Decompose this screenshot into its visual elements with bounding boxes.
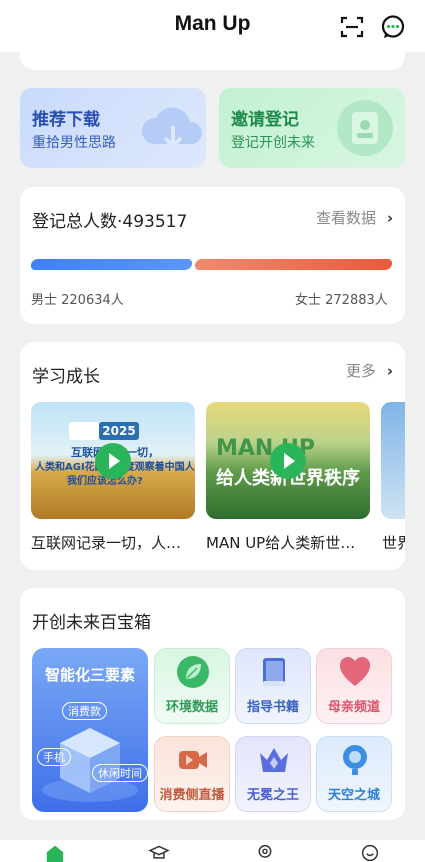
balloon-icon xyxy=(343,745,367,775)
promo-subtitle: 登记开创未来 xyxy=(231,135,315,151)
more-label: 更多 xyxy=(346,362,377,380)
home-icon[interactable] xyxy=(43,844,67,862)
video-caption-1: 互联网记录一切，人… xyxy=(31,534,182,552)
play-icon[interactable] xyxy=(270,443,306,479)
id-badge-icon xyxy=(337,100,393,156)
feature-tag: 休闲时间 xyxy=(92,764,148,782)
male-count-label: 男士 220634人 xyxy=(31,293,124,308)
learning-title: 学习成长 xyxy=(32,367,100,387)
cloud-download-icon xyxy=(141,107,203,149)
graduation-cap-icon[interactable] xyxy=(147,844,171,862)
video-logo-icon xyxy=(69,422,99,440)
chat-bubble-icon[interactable] xyxy=(380,14,406,40)
tile-label: 环境数据 xyxy=(165,700,218,715)
tile-label: 无冕之王 xyxy=(246,788,299,803)
chevron-right-icon: › xyxy=(386,209,393,227)
intelligence-elements-tile[interactable]: 智能化三要素 消费款 手机 休闲时间 xyxy=(32,648,148,812)
feature-title: 智能化三要素 xyxy=(44,666,135,684)
tile-mother-channel[interactable]: 母亲频道 xyxy=(316,648,392,724)
tile-guide-books[interactable]: 指导书籍 xyxy=(235,648,311,724)
tile-label: 消费侧直播 xyxy=(159,788,225,803)
heart-icon xyxy=(340,657,370,686)
video-thumbnail-2[interactable]: MAN UP 给人类新世界秩序 xyxy=(206,402,370,519)
learning-growth-card: 学习成长 更多 › 2025 互联网记录一切， 人类和AGI花园里深度观察着中国… xyxy=(20,342,405,570)
play-icon[interactable] xyxy=(95,443,131,479)
promo-subtitle: 重拾男性思路 xyxy=(32,135,116,151)
tile-label: 指导书籍 xyxy=(246,700,299,715)
view-data-link[interactable]: 查看数据 › xyxy=(316,207,393,228)
female-share-bar xyxy=(193,259,394,270)
tile-label: 天空之城 xyxy=(327,788,380,803)
scrolled-card-remnant xyxy=(20,52,405,70)
app-header: Man Up xyxy=(0,0,425,52)
promo-title: 推荐下载 xyxy=(32,110,100,130)
tile-uncrowned-king[interactable]: 无冕之王 xyxy=(235,736,311,812)
toolbox-title: 开创未来百宝箱 xyxy=(32,613,151,633)
chevron-right-icon: › xyxy=(386,362,393,380)
feature-tag: 手机 xyxy=(37,748,71,766)
video-caption-3: 世界 xyxy=(382,534,405,552)
tile-environment-data[interactable]: 环境数据 xyxy=(154,648,230,724)
leaf-icon xyxy=(177,656,209,688)
scan-icon[interactable] xyxy=(339,14,365,40)
video-thumbnail-3[interactable] xyxy=(381,402,405,519)
video-caption-2: MAN UP给人类新世… xyxy=(206,534,356,552)
promo-title: 邀请登记 xyxy=(231,110,299,130)
tile-consumer-live[interactable]: 消费侧直播 xyxy=(154,736,230,812)
tile-label: 母亲频道 xyxy=(327,700,380,715)
book-icon xyxy=(263,658,285,686)
recommend-download-card[interactable]: 推荐下载 重拾男性思路 xyxy=(20,88,206,168)
smiley-icon[interactable] xyxy=(358,844,382,862)
view-data-label: 查看数据 xyxy=(316,209,377,227)
video-camera-icon xyxy=(179,751,207,769)
future-toolbox-card: 开创未来百宝箱 智能化三要素 消费款 手机 休闲时间 环境数据 指导书籍 母亲频… xyxy=(20,588,405,820)
feature-tag: 消费款 xyxy=(62,702,107,720)
invite-register-card[interactable]: 邀请登记 登记开创未来 xyxy=(219,88,405,168)
female-count-label: 女士 272883人 xyxy=(295,293,388,308)
more-link[interactable]: 更多 › xyxy=(346,360,393,381)
stats-title: 登记总人数·493517 xyxy=(32,212,188,232)
video-year-badge: 2025 xyxy=(99,422,139,440)
bottom-tab-bar xyxy=(0,840,425,862)
tile-sky-city[interactable]: 天空之城 xyxy=(316,736,392,812)
location-pin-icon[interactable] xyxy=(253,844,277,862)
video-thumbnail-1[interactable]: 2025 互联网记录一切， 人类和AGI花园里深度观察着中国人 我们应该怎么办? xyxy=(31,402,195,519)
crown-icon xyxy=(260,748,288,772)
male-share-bar xyxy=(29,259,194,270)
